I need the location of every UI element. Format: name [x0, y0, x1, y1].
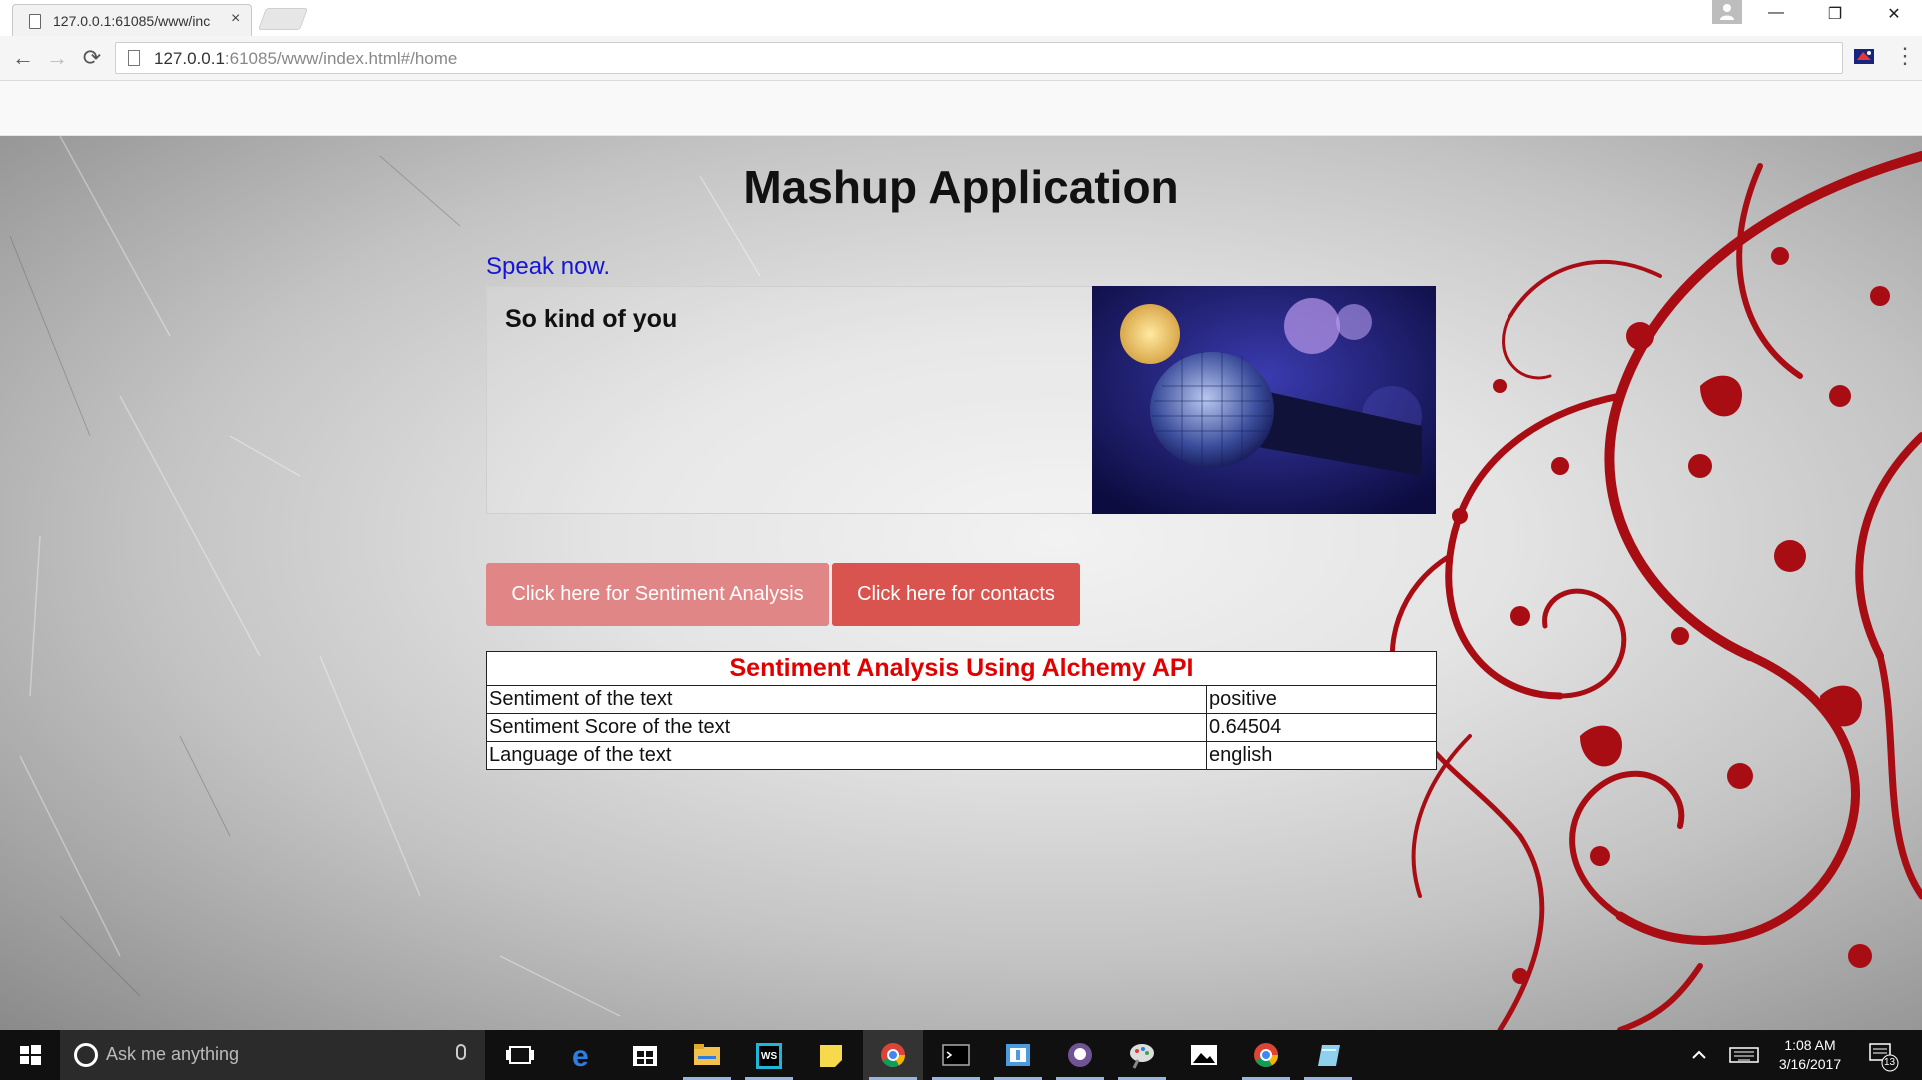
- svg-text:WS: WS: [761, 1051, 777, 1062]
- clock-date: 3/16/2017: [1778, 1056, 1842, 1072]
- bookmark-bar: [0, 81, 1922, 136]
- profile-icon[interactable]: [1712, 0, 1742, 24]
- sentiment-results-table: Sentiment Analysis Using Alchemy API Sen…: [486, 651, 1437, 770]
- browser-tab[interactable]: 127.0.0.1:61085/www/inc ×: [12, 4, 252, 36]
- terminal-icon[interactable]: [926, 1030, 986, 1080]
- windows-icon: [20, 1045, 41, 1065]
- webstorm-icon[interactable]: WS: [739, 1030, 799, 1080]
- speech-transcript-text: So kind of you: [505, 305, 678, 333]
- close-window-icon[interactable]: ✕: [1874, 4, 1914, 24]
- github-icon[interactable]: [1050, 1030, 1110, 1080]
- edge-icon[interactable]: e: [553, 1030, 613, 1080]
- row-label: Language of the text: [486, 741, 1207, 770]
- row-value: english: [1206, 741, 1437, 770]
- sentiment-analysis-button[interactable]: Click here for Sentiment Analysis: [486, 563, 829, 626]
- keyboard-icon[interactable]: [1726, 1030, 1762, 1080]
- forward-icon[interactable]: →: [43, 44, 71, 72]
- taskbar-search[interactable]: Ask me anything: [60, 1030, 485, 1080]
- page-icon: [29, 14, 41, 29]
- row-value: 0.64504: [1206, 713, 1437, 742]
- show-hidden-icons-icon[interactable]: [1684, 1030, 1714, 1080]
- minimize-icon[interactable]: —: [1756, 4, 1796, 22]
- tab-strip: 127.0.0.1:61085/www/inc × — ❐ ✕: [0, 0, 1922, 36]
- page-title: Mashup Application: [743, 161, 1179, 213]
- page-info-icon[interactable]: [128, 50, 140, 66]
- chrome-icon[interactable]: [863, 1030, 923, 1080]
- table-row: Sentiment of the text positive: [486, 685, 1437, 714]
- row-label: Sentiment of the text: [486, 685, 1207, 714]
- notifications-icon[interactable]: 13: [1862, 1030, 1902, 1080]
- search-placeholder: Ask me anything: [106, 1044, 240, 1064]
- table-heading: Sentiment Analysis Using Alchemy API: [486, 651, 1437, 686]
- restore-icon[interactable]: ❐: [1815, 4, 1855, 24]
- store-icon[interactable]: [615, 1030, 675, 1080]
- svg-text:e: e: [572, 1040, 589, 1073]
- reload-icon[interactable]: ⟳: [78, 44, 106, 72]
- new-tab-button[interactable]: [257, 8, 309, 30]
- file-explorer-icon[interactable]: [677, 1030, 737, 1080]
- tab-close-icon[interactable]: ×: [231, 10, 240, 28]
- table-row: Sentiment Score of the text 0.64504: [486, 713, 1437, 742]
- contacts-button[interactable]: Click here for contacts: [832, 563, 1080, 626]
- browser-toolbar: ← → ⟳ 127.0.0.1:61085/www/index.html#/ho…: [0, 36, 1922, 81]
- system-clock[interactable]: 1:08 AM 3/16/2017: [1770, 1036, 1850, 1074]
- row-label: Sentiment Score of the text: [486, 713, 1207, 742]
- menu-icon[interactable]: ⋮: [1894, 41, 1916, 71]
- chrome-icon[interactable]: [1236, 1030, 1296, 1080]
- page-viewport: Mashup Application Speak now. So kind of…: [0, 136, 1922, 1030]
- photos-icon[interactable]: [1174, 1030, 1234, 1080]
- microphone-image: [1092, 286, 1436, 514]
- start-button[interactable]: [0, 1030, 60, 1080]
- back-icon[interactable]: ←: [9, 44, 37, 72]
- notification-count: 13: [1884, 1057, 1896, 1068]
- cortana-icon: [74, 1043, 98, 1067]
- extension-icon[interactable]: [1852, 44, 1876, 68]
- notepad-icon[interactable]: [1298, 1030, 1358, 1080]
- row-value: positive: [1206, 685, 1437, 714]
- speak-now-link[interactable]: Speak now.: [486, 253, 610, 281]
- address-bar[interactable]: 127.0.0.1:61085/www/index.html#/home: [115, 42, 1843, 74]
- speech-transcript-box[interactable]: So kind of you: [486, 286, 1094, 514]
- task-view-icon[interactable]: [490, 1030, 550, 1080]
- microphone-icon[interactable]: [456, 1044, 466, 1060]
- sticky-notes-icon[interactable]: [801, 1030, 861, 1080]
- url-text: 127.0.0.1:61085/www/index.html#/home: [154, 49, 458, 68]
- table-row: Language of the text english: [486, 741, 1437, 770]
- tab-title: 127.0.0.1:61085/www/inc: [53, 13, 211, 29]
- paint-icon[interactable]: [1112, 1030, 1172, 1080]
- taskbar: Ask me anything e WS 1:08 AM 3/16/2017 1…: [0, 1030, 1922, 1080]
- clock-time: 1:08 AM: [1784, 1037, 1836, 1053]
- app-icon[interactable]: [988, 1030, 1048, 1080]
- table-header-row: Sentiment Analysis Using Alchemy API: [486, 651, 1437, 686]
